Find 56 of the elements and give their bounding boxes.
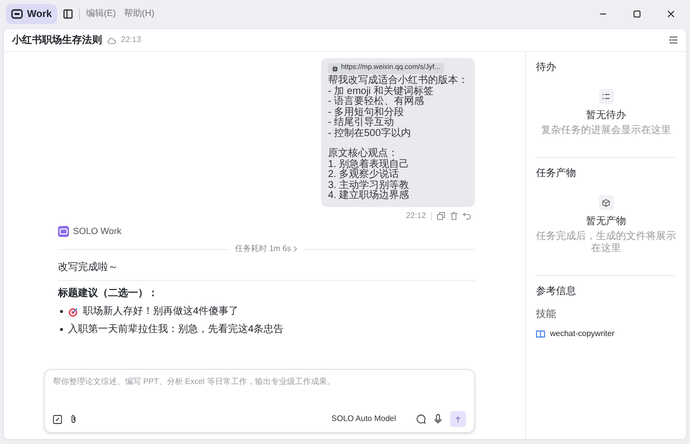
menu-item[interactable]: 编辑(E) [86, 7, 116, 21]
section-heading: 标题建议（二选一）： [58, 286, 159, 301]
microphone-icon[interactable] [434, 414, 442, 424]
skill-link[interactable]: wechat-copywriter [550, 328, 614, 340]
message-line: - 结尾引导互动 [328, 118, 394, 128]
saved-time: 22:13 [121, 34, 142, 46]
undo-icon[interactable] [463, 212, 471, 220]
message-line: 1. 别急着表现自己 [328, 160, 410, 170]
message-line: - 语言要轻松、有网感 [328, 97, 426, 107]
menu-item[interactable]: 帮助(H) [124, 7, 154, 21]
sidebar-toggle-icon[interactable] [62, 9, 73, 19]
empty-state-text: 任务完成后，生成的文件将展示在这里 [536, 231, 676, 255]
section-title: 任务产物 [536, 166, 577, 181]
arrow-up-icon [455, 416, 461, 422]
message-line: 原文核心观点： [328, 149, 399, 159]
globe-icon [332, 66, 338, 72]
target-icon [68, 306, 78, 316]
reply-text: 改写完成啦～ [58, 260, 119, 275]
copy-icon[interactable] [437, 212, 445, 220]
message-line: 帮我改写成适合小红书的版本： [328, 76, 468, 86]
send-button[interactable] [450, 411, 466, 427]
chat-title: 小红书职场生存法则 [12, 34, 102, 48]
list-icon[interactable] [669, 36, 678, 44]
chat-bubble-icon[interactable] [416, 414, 426, 424]
close-icon[interactable] [666, 9, 676, 19]
message-line: - 控制在500字以内 [328, 128, 412, 139]
message-line: 3. 主动学习别等教 [328, 180, 410, 190]
paperclip-icon[interactable] [70, 414, 77, 424]
book-icon [536, 330, 545, 338]
list-item-text: 职场新人存好！别再做这4件傻事了 [83, 304, 239, 319]
cloud-icon [107, 36, 116, 44]
section-title: 参考信息 [536, 284, 577, 299]
empty-state-text: 复杂任务的进展会显示在这里 [541, 125, 671, 137]
work-tab[interactable]: Work [6, 4, 57, 24]
section-title: 待办 [536, 60, 557, 75]
field-label: 技能 [536, 308, 557, 322]
delete-icon[interactable] [450, 212, 458, 220]
window-icon [11, 9, 23, 19]
message-line: - 多用短句和分段 [328, 108, 406, 118]
edit-square-icon[interactable] [53, 414, 62, 424]
cube-icon [602, 198, 610, 206]
message-time: 22:12 [406, 210, 426, 222]
maximize-icon[interactable] [632, 9, 642, 19]
assistant-name: SOLO Work [73, 224, 122, 238]
checklist-icon [602, 92, 610, 100]
list-item-text: 入职第一天前辈拉住我：别急，先看完这4条忠告 [68, 322, 284, 337]
message-line: 2. 多观察少说话 [328, 170, 400, 180]
model-selector[interactable]: SOLO Auto Model [332, 413, 396, 425]
message-line: 4. 建立职场边界感 [328, 191, 410, 202]
message-line: - 加 emoji 和关键词标签 [328, 86, 435, 96]
empty-state-title: 暂无待办 [586, 108, 626, 123]
prompt-input-field[interactable]: 帮你整理论文综述、编写 PPT、分析 Excel 等日常工作，输出专业级工作成果。 [53, 376, 466, 388]
empty-state-title: 暂无产物 [586, 214, 626, 229]
app-logo-icon [58, 226, 69, 237]
chevron-icon [293, 246, 298, 252]
task-duration[interactable]: 任务耗时 1m 6s [235, 243, 298, 255]
